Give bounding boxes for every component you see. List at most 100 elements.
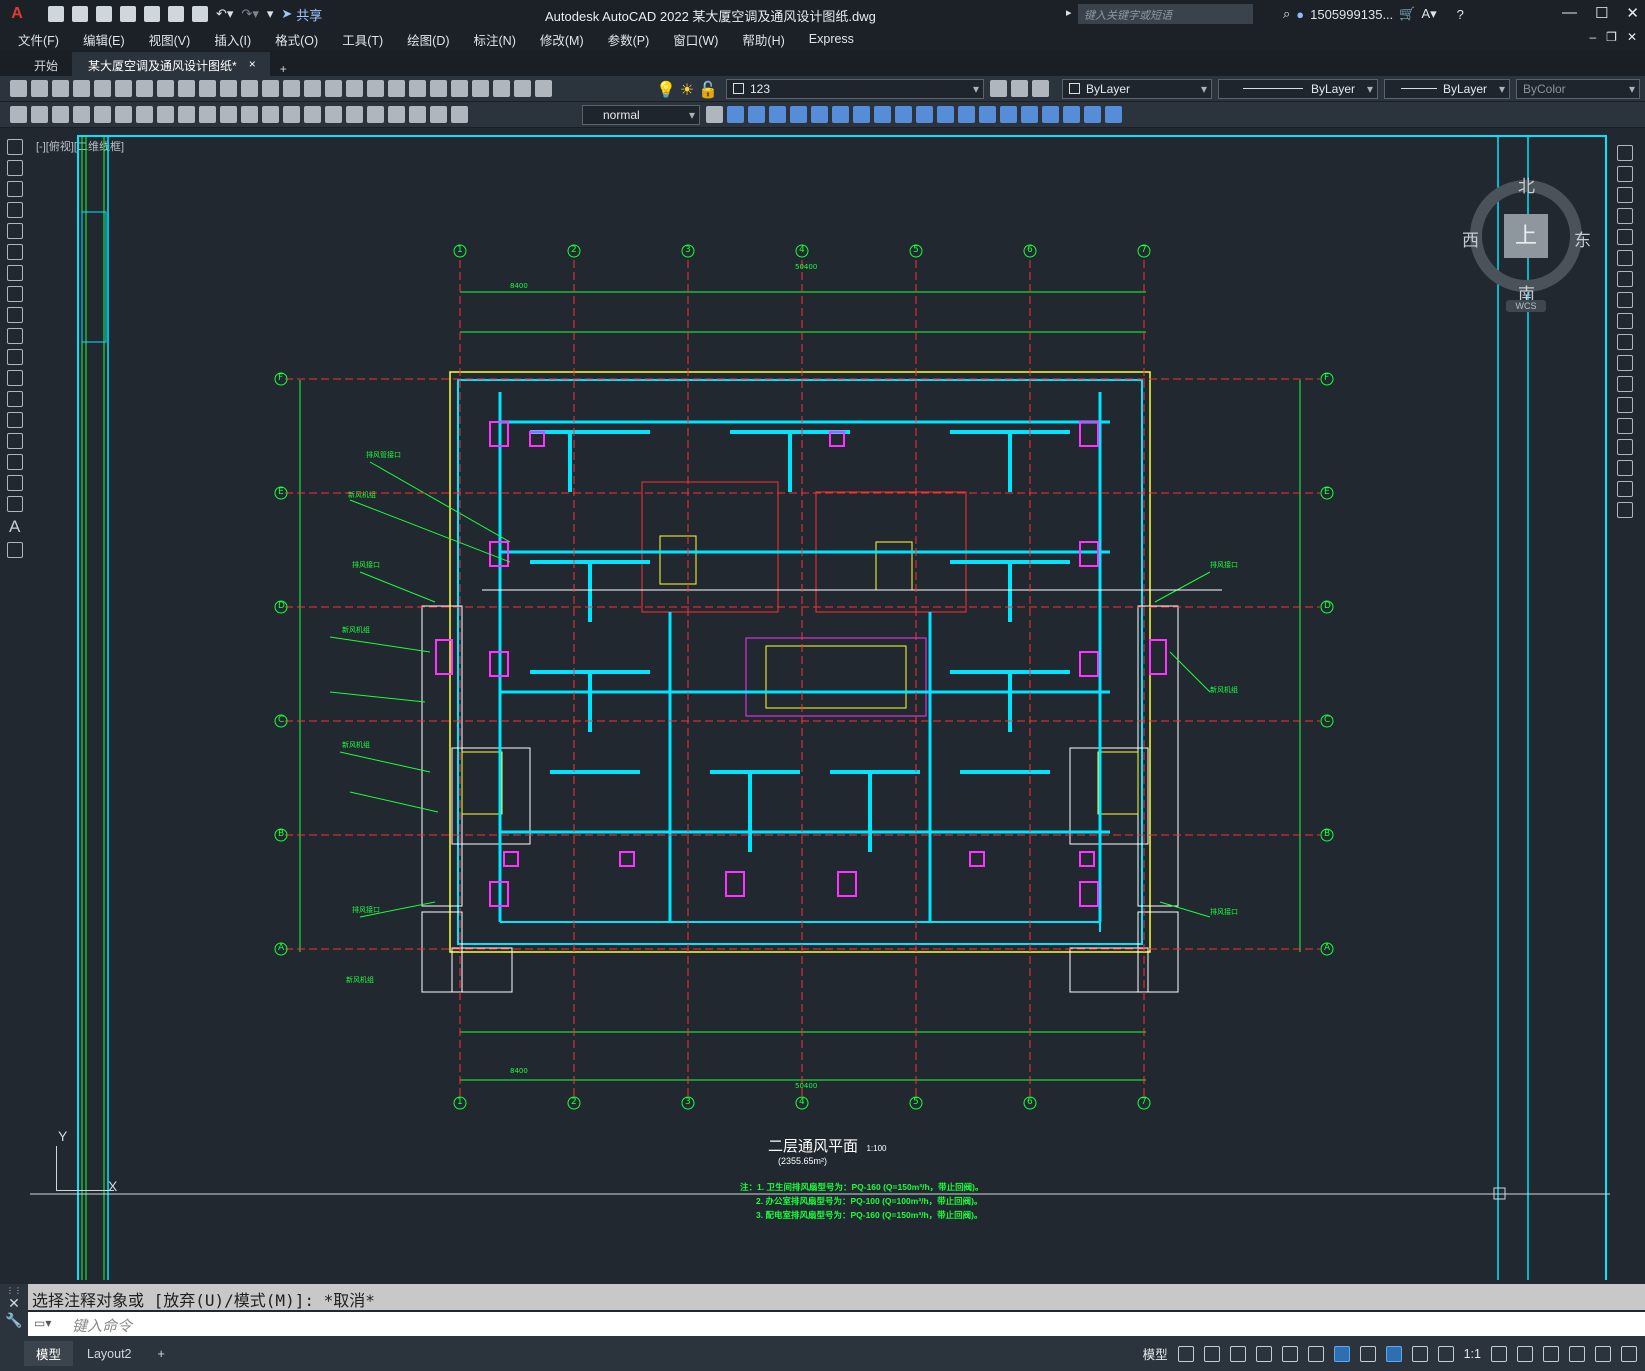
close-icon[interactable]: ✕ (1626, 4, 1639, 22)
dim-aligned-icon[interactable] (94, 106, 111, 123)
break-icon[interactable] (937, 106, 954, 123)
ortho-icon[interactable] (1229, 1345, 1246, 1362)
3d-print-icon[interactable] (136, 80, 153, 97)
lineweight-icon[interactable] (1359, 1345, 1376, 1362)
stretch-icon[interactable] (874, 106, 891, 123)
text-icon[interactable] (52, 106, 69, 123)
break-at-point-icon[interactable] (1617, 376, 1633, 392)
wcs-menu[interactable]: WCS (1506, 300, 1546, 312)
dim-continue-icon[interactable] (283, 106, 300, 123)
menu-edit[interactable]: 编辑(E) (83, 30, 125, 49)
zoom-realtime-icon[interactable] (325, 80, 342, 97)
layer-state-icon[interactable] (1032, 80, 1049, 97)
fillet-icon[interactable] (1617, 460, 1633, 476)
lengthen-icon[interactable] (1105, 106, 1122, 123)
table-icon[interactable] (7, 496, 23, 512)
redo-icon[interactable] (283, 80, 300, 97)
doc-close-icon[interactable]: ✕ (1627, 30, 1637, 44)
line-icon[interactable] (7, 139, 23, 155)
properties-icon[interactable] (388, 80, 405, 97)
share-button[interactable]: ➤ 共享 (281, 5, 322, 24)
dim-baseline-icon[interactable] (262, 106, 279, 123)
grid-icon[interactable] (1177, 1345, 1194, 1362)
search-expand-icon[interactable]: ▸ (1066, 6, 1072, 19)
workspace-gear-icon[interactable] (1491, 1345, 1507, 1362)
open-web-icon[interactable] (144, 6, 160, 22)
make-current-icon[interactable] (990, 80, 1007, 97)
isolate-objects-icon[interactable] (1543, 1345, 1559, 1362)
search-icon[interactable]: ⌕ (1283, 6, 1290, 22)
annotation-scale-icon[interactable] (1437, 1345, 1454, 1362)
circle-icon[interactable] (7, 265, 23, 281)
design-center-icon[interactable] (409, 80, 426, 97)
polygon-icon[interactable] (7, 202, 23, 218)
copy-icon[interactable] (1617, 166, 1633, 182)
mtext-icon[interactable]: A (9, 517, 23, 537)
publish-icon[interactable] (115, 80, 132, 97)
dim-text-edit-icon[interactable] (430, 106, 447, 123)
maximize-icon[interactable]: ☐ (1595, 4, 1608, 22)
drawing-canvas[interactable]: [-][俯视][二维线框] 排风管接口 新风机组 排风接口 新风机组 新风机组 … (30, 132, 1610, 1280)
revcloud-icon[interactable] (7, 286, 23, 302)
construction-line-icon[interactable] (7, 160, 23, 176)
mirror-icon[interactable] (1617, 187, 1633, 203)
chamfer-icon[interactable] (979, 106, 996, 123)
annotation-visibility-icon[interactable] (1385, 1345, 1402, 1362)
layer-properties-icon[interactable] (535, 80, 552, 97)
dim-arc-icon[interactable] (115, 106, 132, 123)
explode-icon[interactable] (1021, 106, 1038, 123)
dim-style-icon[interactable] (706, 106, 723, 123)
array-icon[interactable] (811, 106, 828, 123)
add-selected-icon[interactable] (7, 542, 23, 558)
viewcube[interactable]: 上 北 南 东 西 (1462, 162, 1591, 304)
rotate-icon[interactable] (832, 106, 849, 123)
copy-obj-icon[interactable] (748, 106, 765, 123)
insert-block-icon[interactable] (7, 370, 23, 386)
block-editor-icon[interactable] (241, 80, 258, 97)
stretch-icon[interactable] (1617, 313, 1633, 329)
save-icon[interactable] (52, 80, 69, 97)
menu-express[interactable]: Express (809, 32, 854, 46)
mirror-icon[interactable] (769, 106, 786, 123)
offset-icon[interactable] (1617, 208, 1633, 224)
pan-icon[interactable] (304, 80, 321, 97)
trim-icon[interactable] (1617, 334, 1633, 350)
dim-ordinate-icon[interactable] (136, 106, 153, 123)
calculator-icon[interactable] (493, 80, 510, 97)
paste-icon[interactable] (199, 80, 216, 97)
minimize-icon[interactable]: — (1562, 4, 1577, 22)
redo-icon[interactable]: ↷▾ (241, 6, 258, 22)
save-as-icon[interactable] (120, 6, 136, 22)
annotate-icon[interactable] (31, 106, 48, 123)
color-dropdown[interactable]: ByLayer (1062, 79, 1212, 99)
open-icon[interactable] (31, 80, 48, 97)
move-icon[interactable] (1617, 250, 1633, 266)
join-icon[interactable] (958, 106, 975, 123)
plus-icon[interactable] (1517, 1345, 1533, 1362)
quick-dim-icon[interactable] (241, 106, 258, 123)
layer-thaw-icon[interactable]: ☀ (680, 80, 694, 99)
help-icon[interactable] (514, 80, 531, 97)
extend-icon[interactable] (1617, 355, 1633, 371)
command-prompt-icon[interactable]: ▭▾ (34, 1316, 51, 1330)
cart-icon[interactable]: 🛒 (1399, 6, 1415, 22)
markup-icon[interactable] (472, 80, 489, 97)
offset-icon[interactable] (790, 106, 807, 123)
dim-break-icon[interactable] (325, 106, 342, 123)
doc-restore-icon[interactable]: ❐ (1606, 30, 1617, 44)
hardware-acceleration-icon[interactable] (1569, 1345, 1585, 1362)
object-snap-icon[interactable] (1333, 1345, 1350, 1362)
menu-parametric[interactable]: 参数(P) (608, 30, 650, 49)
hatch-icon[interactable] (7, 433, 23, 449)
fillet-icon[interactable] (1000, 106, 1017, 123)
undo-icon[interactable] (262, 80, 279, 97)
rotate-icon[interactable] (1617, 271, 1633, 287)
rectangle-icon[interactable] (7, 223, 23, 239)
autodesk-account-icon[interactable]: A▾ (1421, 6, 1436, 22)
spline-icon[interactable] (7, 307, 23, 323)
draworder-icon[interactable] (10, 106, 27, 123)
new-file-icon[interactable] (48, 6, 64, 22)
compass-north[interactable]: 北 (1518, 172, 1535, 197)
text-style-dropdown[interactable]: normal (582, 105, 700, 125)
scale-icon[interactable] (853, 106, 870, 123)
